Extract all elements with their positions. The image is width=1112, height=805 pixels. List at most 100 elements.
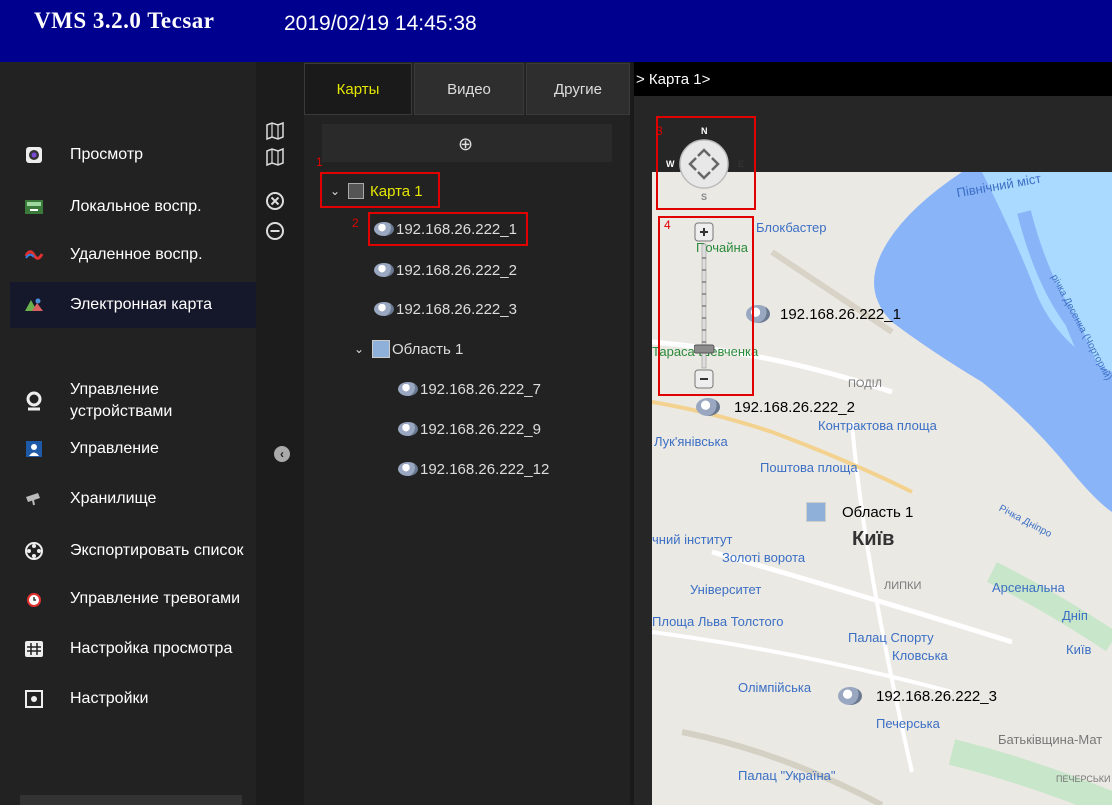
compass-west: W (666, 159, 675, 169)
camera-icon (838, 687, 862, 705)
map-label: Університет (690, 582, 762, 597)
zoom-slider[interactable] (693, 222, 716, 390)
map-label: Печерська (876, 716, 940, 731)
app-title: VMS 3.2.0 Tecsar (34, 8, 215, 33)
remove-circle-icon[interactable] (264, 220, 286, 242)
map-label: ПЕЧЕРСЬКИ (1056, 774, 1111, 784)
sidebar-item-label: Управление (70, 440, 159, 457)
annotation-2: 2 (352, 216, 359, 230)
area-icon (806, 502, 826, 522)
map-camera-marker[interactable]: 192.168.26.222_3 (838, 687, 997, 705)
map-label: Площа Льва Толстого (652, 614, 784, 629)
tree-node-camera[interactable]: 192.168.26.222_2 (374, 257, 517, 283)
compass-east: E (738, 159, 745, 169)
collapse-panel-icon[interactable]: ‹ (274, 446, 290, 462)
compass-north: N (701, 126, 708, 136)
sidebar-item-label: Электронная карта (70, 296, 213, 313)
sidebar-item-emap[interactable]: Электронная карта (10, 282, 256, 328)
tab-maps[interactable]: Карты (304, 63, 412, 115)
alarm-clock-icon (24, 589, 44, 609)
map-label: чний інститут (652, 532, 733, 547)
sidebar-item-local-playback[interactable]: Локальное воспр. (10, 192, 256, 222)
tree-node-camera[interactable]: 192.168.26.222_9 (398, 416, 541, 442)
add-circle-icon[interactable]: ⊕ (458, 134, 473, 155)
camera-icon (374, 263, 394, 277)
delete-circle-icon[interactable] (264, 190, 286, 212)
sidebar-item-export-list[interactable]: Экспортировать список (10, 528, 256, 574)
tree-node-label: 192.168.26.222_7 (420, 380, 541, 398)
map-label: Контрактова площа (818, 418, 937, 433)
emap-icon (24, 295, 44, 315)
map-camera-marker[interactable]: 192.168.26.222_1 (746, 305, 901, 323)
sidebar-item-device-management[interactable]: Управление устройствами (10, 378, 256, 424)
tree-node-camera[interactable]: 192.168.26.222_12 (398, 456, 549, 482)
camera-icon (696, 398, 720, 416)
map-label: Золоті ворота (722, 550, 806, 565)
map-camera-marker[interactable]: 192.168.26.222_2 (696, 398, 855, 416)
sidebar-item-label: Хранилище (70, 490, 157, 507)
map-label: Батьківщина-Мат (998, 732, 1103, 747)
compass-south: S (701, 192, 708, 202)
sidebar-item-view-settings[interactable]: Настройка просмотра (10, 626, 256, 672)
edit-map-icon[interactable] (264, 146, 286, 168)
chevron-down-icon: ⌄ (354, 342, 365, 356)
tab-other[interactable]: Другие (526, 63, 630, 115)
map-label: ПОДІЛ (848, 378, 882, 390)
tree-node-camera[interactable]: 192.168.26.222_7 (398, 376, 541, 402)
map-label: Арсенальна (992, 580, 1065, 595)
local-playback-icon (24, 197, 44, 217)
film-reel-icon (24, 541, 44, 561)
map-label: Поштова площа (760, 460, 858, 475)
tab-video[interactable]: Видео (414, 63, 524, 115)
tree-node-label: Карта 1 (370, 182, 423, 200)
sidebar-item-alarm-management[interactable]: Управление тревогами (10, 576, 256, 622)
sidebar-item-storage[interactable]: Хранилище (10, 486, 256, 512)
user-icon (24, 439, 44, 459)
sidebar-item-label: Просмотр (70, 146, 144, 163)
map-label: ЛИПКИ (884, 580, 922, 592)
sidebar-item-label: Управление тревогами (70, 590, 241, 607)
breadcrumb: > Карта 1> (636, 71, 711, 88)
sidebar-item-label: Настройки (70, 690, 149, 707)
map-marker-label: Область 1 (842, 503, 914, 521)
tree-node-label: 192.168.26.222_9 (420, 420, 541, 438)
add-map-icon[interactable] (264, 120, 286, 142)
map-label: Київ (852, 528, 895, 550)
annotation-4: 4 (664, 218, 671, 232)
sidebar-item-settings[interactable]: Настройки (10, 686, 256, 712)
map-label: Палац "Україна" (738, 768, 836, 783)
camera-icon (398, 422, 418, 436)
tree-node-camera[interactable]: 192.168.26.222_3 (374, 296, 517, 322)
map-label: Дніп (1062, 608, 1088, 623)
camera-icon (374, 222, 394, 236)
map-label: Київ (1066, 642, 1092, 657)
tree-node-camera[interactable]: 192.168.26.222_1 (374, 216, 517, 242)
sidebar-item-view[interactable]: Просмотр (10, 140, 256, 170)
chevron-down-icon: ⌄ (330, 184, 341, 198)
grid-icon (24, 639, 44, 659)
map-label: Блокбастер (756, 220, 827, 235)
sidebar-item-label: Экспортировать список (70, 542, 244, 559)
tree-node-area[interactable]: ⌄ Область 1 (354, 336, 463, 362)
compass-control[interactable]: N W E S (662, 122, 748, 208)
area-icon (372, 340, 390, 358)
sidebar-item-label: Удаленное воспр. (70, 246, 203, 263)
map-label: Лук'янівська (654, 434, 728, 449)
map-marker-label: 192.168.26.222_3 (876, 687, 997, 705)
sidebar-item-management[interactable]: Управление (10, 436, 256, 462)
camera-icon (374, 302, 394, 316)
map-area-marker[interactable]: Область 1 (806, 502, 913, 522)
sidebar-footer (20, 795, 242, 805)
sidebar-item-label: Настройка просмотра (70, 640, 233, 657)
tabs-bar: Карты Видео Другие (304, 63, 630, 115)
top-bar: VMS 3.2.0 Tecsar 2019/02/19 14:45:38 (0, 0, 1112, 62)
sidebar-item-label: Управление устройствами (70, 381, 173, 420)
map-marker-label: 192.168.26.222_1 (780, 305, 901, 323)
tree-node-label: 192.168.26.222_2 (396, 261, 517, 279)
map-icon (348, 183, 364, 199)
sidebar-item-remote-playback[interactable]: Удаленное воспр. (10, 240, 256, 270)
tree-node-map[interactable]: ⌄ Карта 1 (330, 178, 423, 204)
datetime: 2019/02/19 14:45:38 (284, 12, 477, 35)
camera-lens-icon (24, 145, 44, 165)
settings-icon (24, 689, 44, 709)
